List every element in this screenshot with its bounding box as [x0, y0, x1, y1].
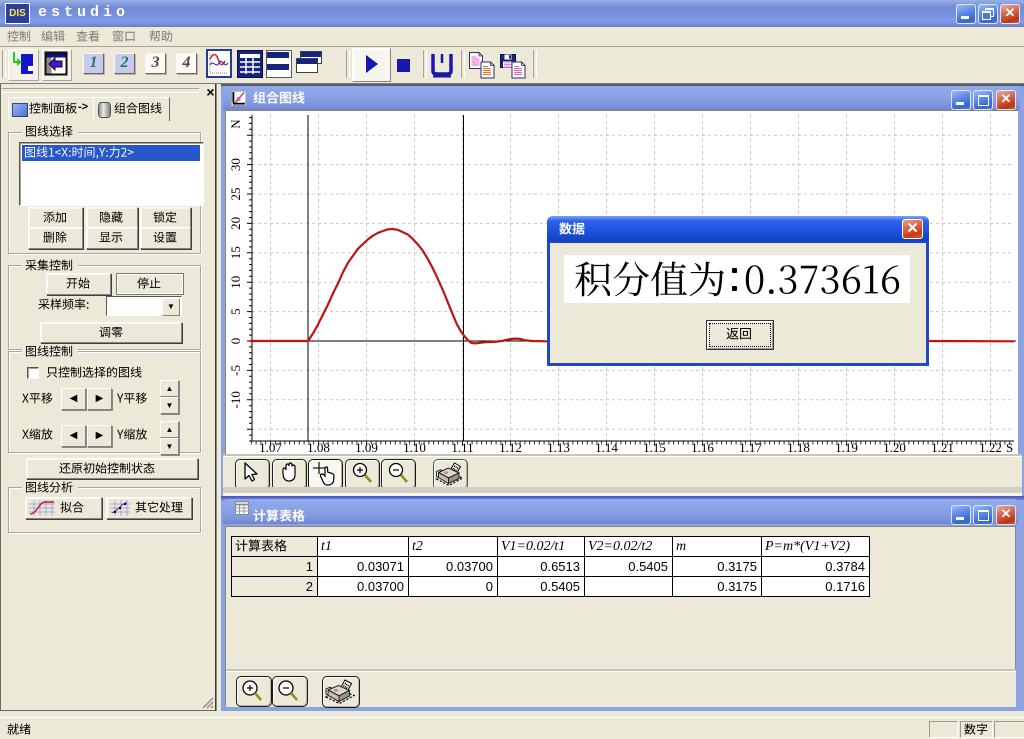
- svg-text:10: 10: [228, 276, 243, 289]
- svg-text:1.07: 1.07: [259, 440, 282, 455]
- svg-text:30: 30: [228, 158, 243, 171]
- svg-text:1.08: 1.08: [307, 440, 330, 455]
- svg-text:1.10: 1.10: [403, 440, 426, 455]
- svg-text:1.20: 1.20: [883, 440, 906, 455]
- svg-text:-10: -10: [228, 391, 243, 408]
- svg-text:1.12: 1.12: [499, 440, 522, 455]
- svg-text:15: 15: [228, 246, 243, 259]
- svg-text:1.09: 1.09: [355, 440, 378, 455]
- svg-text:1.17: 1.17: [739, 440, 762, 455]
- svg-text:1.22: 1.22: [979, 440, 1002, 455]
- svg-text:1.11: 1.11: [451, 440, 473, 455]
- svg-text:1.18: 1.18: [787, 440, 810, 455]
- svg-text:5: 5: [228, 308, 243, 315]
- svg-text:N: N: [228, 119, 243, 129]
- svg-text:1.14: 1.14: [595, 440, 618, 455]
- svg-text:0: 0: [228, 338, 243, 345]
- svg-text:-5: -5: [228, 365, 243, 376]
- svg-text:1.19: 1.19: [835, 440, 858, 455]
- svg-text:1.15: 1.15: [643, 440, 666, 455]
- svg-text:S: S: [1006, 440, 1013, 455]
- svg-text:1.21: 1.21: [931, 440, 954, 455]
- svg-text:1.13: 1.13: [547, 440, 570, 455]
- svg-text:20: 20: [228, 217, 243, 230]
- svg-text:25: 25: [228, 188, 243, 201]
- svg-text:1.16: 1.16: [691, 440, 714, 455]
